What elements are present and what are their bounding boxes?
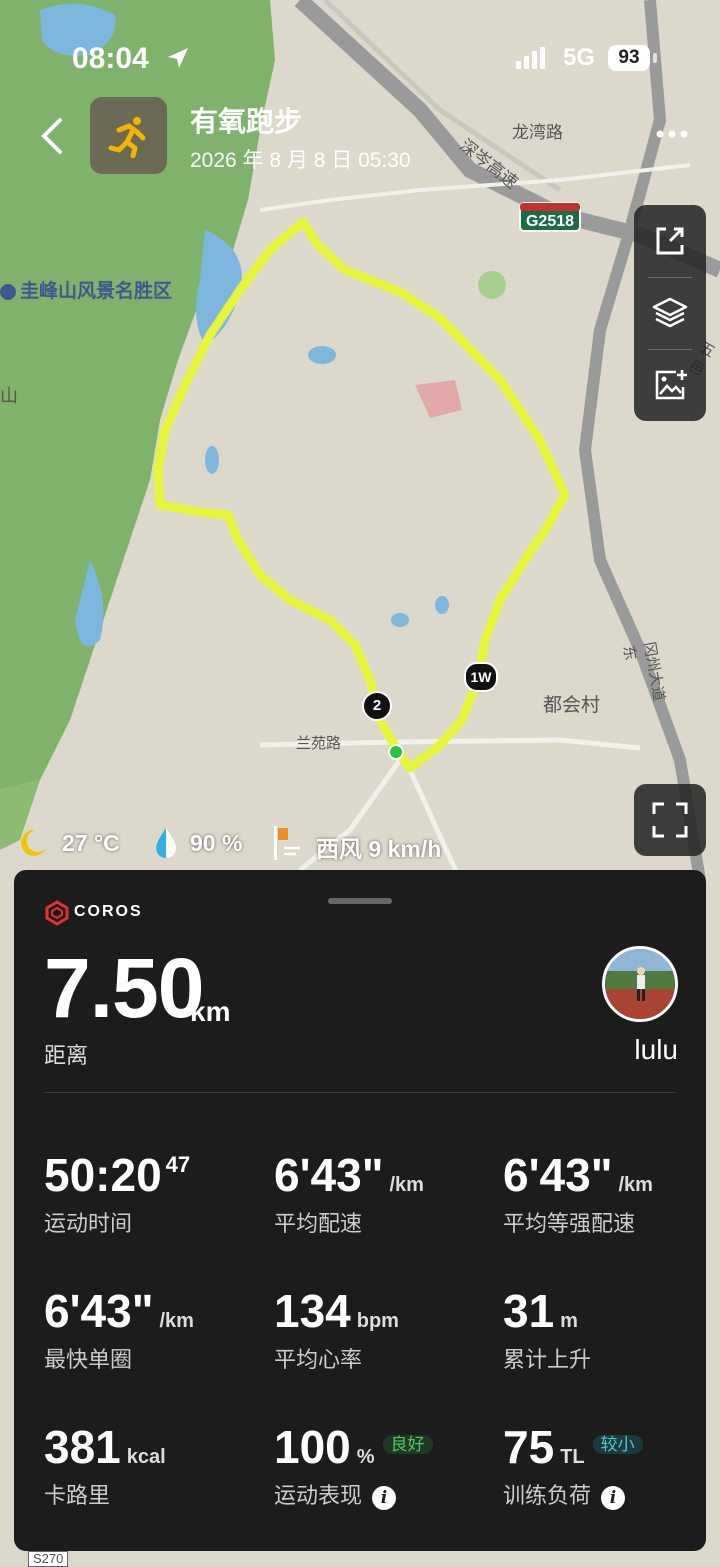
- map-layers-button[interactable]: [634, 277, 706, 349]
- map-toolbar: [634, 205, 706, 421]
- load-info-icon[interactable]: i: [601, 1486, 626, 1510]
- add-photo-button[interactable]: [634, 349, 706, 421]
- location-arrow-icon: [168, 48, 188, 68]
- fullscreen-button[interactable]: [634, 784, 706, 856]
- start-marker[interactable]: 1W: [464, 662, 498, 692]
- stat-ascent: 31 m 累计上升: [503, 1288, 720, 1388]
- running-icon: [90, 97, 167, 174]
- stat-ascent-unit: m: [560, 1310, 578, 1332]
- distance-unit: km: [190, 996, 231, 1027]
- stat-load-label: 训练负荷: [503, 1483, 592, 1508]
- coros-logo: COROS: [44, 900, 174, 926]
- stat-avg-hr: 134 bpm 平均心率: [274, 1288, 494, 1388]
- signal-icon: [516, 47, 545, 69]
- stat-best-lap-label: 最快单圈: [44, 1347, 133, 1372]
- status-bar: 08:04 5G 93: [0, 0, 720, 110]
- map-label-park: 圭峰山风景名胜区: [0, 276, 172, 303]
- performance-badge: 良好: [382, 1435, 433, 1455]
- layers-icon: [652, 297, 688, 328]
- weather-temp: 27 °C: [62, 830, 120, 856]
- activity-datetime: 2026 年 8 月 8 日 05:30: [190, 149, 411, 172]
- coros-logo-icon: [45, 900, 69, 926]
- stat-avg-pace-label: 平均配速: [274, 1211, 363, 1236]
- stat-eq-pace-value: 6'43": [503, 1149, 613, 1201]
- wind-icon: [274, 826, 300, 860]
- map-label-road-longwan: 龙湾路: [512, 123, 563, 142]
- stat-time-label: 运动时间: [44, 1211, 133, 1236]
- humidity-icon: [156, 828, 176, 858]
- drag-handle[interactable]: [328, 898, 392, 904]
- battery-icon: 93: [608, 45, 650, 71]
- load-badge: 较小: [592, 1435, 643, 1455]
- back-chevron-icon[interactable]: [32, 112, 72, 160]
- stat-calories: 381 kcal 卡路里: [44, 1424, 264, 1524]
- username[interactable]: lulu: [574, 1034, 678, 1066]
- weather-humidity: 90 %: [190, 830, 243, 856]
- avatar-photo: [605, 949, 675, 1019]
- stat-performance-value: 100: [274, 1421, 351, 1473]
- map-label-road-lanyuan: 兰苑路: [296, 735, 342, 752]
- stat-time-value: 50:20: [44, 1149, 162, 1201]
- stat-eq-pace-unit: /km: [618, 1174, 653, 1196]
- stat-load: 75 TL 较小 训练负荷 i: [503, 1424, 720, 1524]
- add-image-icon: [655, 370, 687, 400]
- stat-calories-label: 卡路里: [44, 1483, 111, 1508]
- highway-code: G2518: [526, 213, 574, 230]
- share-icon: [656, 227, 684, 255]
- stat-time: 50:20 47 运动时间: [44, 1152, 264, 1252]
- stat-ascent-value: 31: [503, 1285, 555, 1337]
- divider: [44, 1092, 676, 1093]
- weather-row: 27 °C 90 % 西风 9 km/h: [16, 824, 486, 862]
- lap-marker-2[interactable]: 2: [362, 691, 392, 721]
- avatar[interactable]: [602, 946, 678, 1022]
- stat-performance-label: 运动表现: [274, 1483, 363, 1508]
- battery-tip: [653, 53, 657, 63]
- map-label-village: 都会村: [543, 695, 601, 716]
- stat-calories-value: 381: [44, 1421, 121, 1473]
- performance-info-icon[interactable]: i: [372, 1486, 397, 1510]
- stat-load-unit: TL: [560, 1446, 585, 1468]
- stat-performance-unit: %: [356, 1446, 375, 1468]
- stat-load-value: 75: [503, 1421, 555, 1473]
- stat-avg-pace-value: 6'43": [274, 1149, 384, 1201]
- stat-performance: 100 % 良好 运动表现 i: [274, 1424, 494, 1524]
- activity-summary-panel[interactable]: COROS 7.50 km 距离 lulu 50:20 47 运动时间 6'43"…: [14, 870, 706, 1551]
- network-type: 5G: [563, 44, 596, 71]
- activity-title: 有氧跑步: [190, 106, 303, 137]
- stat-best-lap: 6'43"/km 最快单圈: [44, 1288, 264, 1388]
- status-time: 08:04: [72, 42, 149, 75]
- fullscreen-icon: [652, 802, 688, 838]
- distance-value: 7.50: [44, 941, 204, 1035]
- poi-icon: [0, 283, 16, 300]
- stat-best-lap-unit: /km: [159, 1310, 194, 1332]
- distance-label: 距离: [44, 1043, 89, 1068]
- stat-avg-hr-unit: bpm: [356, 1310, 399, 1332]
- stat-eq-pace: 6'43"/km 平均等强配速: [503, 1152, 720, 1252]
- stat-time-sub: 47: [165, 1152, 191, 1177]
- map-label-partial: 山: [0, 386, 18, 406]
- stat-ascent-label: 累计上升: [503, 1347, 592, 1372]
- stat-avg-hr-value: 134: [274, 1285, 351, 1337]
- stat-avg-pace-unit: /km: [389, 1174, 424, 1196]
- stat-eq-pace-label: 平均等强配速: [503, 1211, 636, 1236]
- stat-best-lap-value: 6'43": [44, 1285, 154, 1337]
- share-button[interactable]: [634, 205, 706, 277]
- more-options-icon[interactable]: [650, 120, 694, 148]
- stat-calories-unit: kcal: [126, 1446, 166, 1468]
- weather-wind: 西风 9 km/h: [316, 836, 442, 862]
- stat-avg-pace: 6'43"/km 平均配速: [274, 1152, 494, 1252]
- moon-icon: [21, 829, 46, 856]
- brand-name: COROS: [74, 903, 143, 920]
- stat-avg-hr-label: 平均心率: [274, 1347, 363, 1372]
